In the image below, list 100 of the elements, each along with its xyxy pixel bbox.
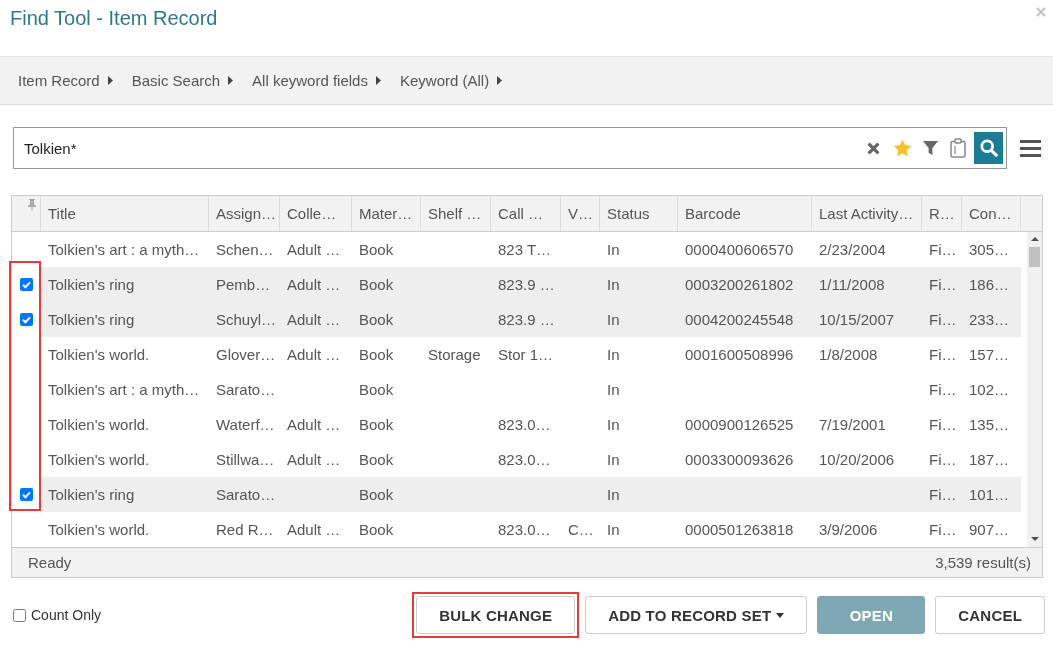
table-cell-text: Adult … (286, 520, 342, 540)
table-cell-text: Adult … (286, 275, 342, 295)
table-cell-text: In (606, 380, 621, 400)
table-cell-text: Stillwa… (215, 450, 276, 470)
table-cell-text: Tolkien's world. (47, 450, 151, 470)
table-cell-text: Storage (427, 345, 482, 365)
breadcrumb-item[interactable]: Basic Search (131, 72, 234, 89)
table-cell-text: 102… (968, 380, 1011, 400)
action-button[interactable]: BULK CHANGE (416, 596, 576, 634)
table-row[interactable]: Tolkien's ring Schuyl… Adult … Book 823.9 … In 0004200245548 10/15/2007 Fi… 233… (41, 302, 1021, 337)
column-header[interactable]: Assign… (209, 196, 280, 231)
table-cell-text: Tolkien's world. (47, 345, 151, 365)
table-row[interactable]: Tolkien's ring Pemb… Adult … Book 823.9 … In 0003200261802 1/11/2008 Fi… 186… (41, 267, 1021, 302)
table-cell-text: Tolkien's world. (47, 415, 151, 435)
scrollbar[interactable] (1027, 232, 1042, 547)
search-field[interactable]: Tolkien* (13, 127, 1007, 169)
table-row[interactable]: Tolkien's world. Stillwa… Adult … Book 823.0… In 0003300093626 10/20/2006 Fi… 187… (41, 442, 1021, 477)
scroll-up-icon[interactable] (1030, 237, 1039, 241)
table-cell-text: 0000900126525 (684, 415, 795, 435)
table-row[interactable]: Tolkien's world. Waterf… Adult … Book 823.0… In 0000900126525 7/19/2001 Fi… 135… (41, 407, 1021, 442)
table-cell-text: 10/20/2006 (818, 450, 896, 470)
column-header[interactable]: V… (561, 196, 600, 231)
table-cell-text: Book (358, 275, 395, 295)
table-cell-text: Sarato… (215, 485, 277, 505)
checkbox[interactable] (20, 488, 33, 501)
caret-icon (497, 76, 503, 85)
table-row[interactable]: Tolkien's world. Glover… Adult … Book Storage Stor 1… In 0001600508996 1/8/2008 Fi… 157… (41, 337, 1021, 372)
column-header[interactable]: Shelf … (421, 196, 491, 231)
table-cell-text: Fi… (928, 520, 958, 540)
action-button[interactable]: CANCEL (935, 596, 1045, 634)
table-cell-text: Book (358, 380, 395, 400)
table-cell-text: 0003300093626 (684, 450, 795, 470)
table-cell-text: Adult … (286, 310, 342, 330)
table-row[interactable]: Tolkien's art : a myth… Sarato… Book In Fi… 102… (41, 372, 1021, 407)
caret-icon (228, 76, 234, 85)
table-cell-text: Red R… (215, 520, 275, 540)
table-cell-text: Schen… (215, 240, 275, 260)
filter-icon[interactable] (923, 140, 938, 156)
table-cell-text: Book (358, 415, 395, 435)
breadcrumb-item[interactable]: Keyword (All) (399, 72, 503, 89)
breadcrumb-item[interactable]: All keyword fields (252, 72, 381, 89)
column-header[interactable]: Title (41, 196, 209, 231)
table-cell-text: Adult … (286, 415, 342, 435)
table-cell-text: Fi… (928, 310, 958, 330)
column-header[interactable]: Colle… (280, 196, 352, 231)
table-cell-text: In (606, 345, 621, 365)
search-input[interactable]: Tolkien* (24, 138, 859, 158)
status-text: Ready (28, 554, 72, 571)
table-cell-text: Pemb… (215, 275, 272, 295)
clear-icon[interactable] (867, 141, 880, 155)
table-cell-text: Adult … (286, 240, 342, 260)
table-cell-text: Tolkien's world. (47, 520, 151, 540)
table-cell-text: Book (358, 345, 395, 365)
table-cell-text: 3/9/2006 (818, 520, 879, 540)
column-header[interactable]: Status (600, 196, 678, 231)
dropdown-button[interactable]: ADD TO RECORD SET (585, 596, 808, 634)
column-header[interactable]: R… (922, 196, 962, 231)
table-cell-text: Tolkien's ring (47, 310, 136, 330)
column-header[interactable]: Barcode (678, 196, 812, 231)
table-cell-text: Adult … (286, 450, 342, 470)
table-row[interactable]: Tolkien's ring Sarato… Book In Fi… 101… (41, 477, 1021, 512)
table-cell-text: Book (358, 520, 395, 540)
column-header[interactable]: Mater… (352, 196, 421, 231)
table-cell-text: 0003200261802 (684, 275, 795, 295)
table-cell-text: In (606, 415, 621, 435)
table-cell-text: In (606, 485, 621, 505)
table-cell-text: 823 T… (497, 240, 553, 260)
breadcrumb-item[interactable]: Item Record (18, 72, 113, 89)
table-cell-text: Tolkien's art : a myth… (47, 240, 201, 260)
table-cell-text: 823.0… (497, 520, 552, 540)
checkbox[interactable] (20, 278, 33, 291)
clipboard-icon[interactable] (950, 138, 966, 158)
table-cell-text: 823.0… (497, 450, 552, 470)
column-header[interactable]: Last Activity… (812, 196, 922, 231)
search-button[interactable] (974, 132, 1003, 164)
table-cell-text: 0001600508996 (684, 345, 795, 365)
checkbox[interactable] (13, 608, 26, 622)
table-row[interactable]: Tolkien's art : a myth… Schen… Adult … Book 823 T… In 0000400606570 2/23/2004 Fi… 305… (41, 232, 1021, 267)
column-header[interactable]: Call … (491, 196, 561, 231)
star-icon[interactable] (893, 139, 912, 157)
window-title: Find Tool - Item Record (10, 6, 218, 30)
menu-icon[interactable] (1020, 139, 1041, 157)
table-cell-text: Book (358, 485, 395, 505)
table-row[interactable]: Tolkien's world. Red R… Adult … Book 823.0… C… In 0000501263818 3/9/2006 Fi… 907… (41, 512, 1021, 547)
table-cell-text: Fi… (928, 240, 958, 260)
table-cell-text: Tolkien's ring (47, 275, 136, 295)
table-cell-text: Adult … (286, 345, 342, 365)
table-cell-text: 233… (968, 310, 1011, 330)
table-cell-text: In (606, 310, 621, 330)
scrollbar-thumb[interactable] (1029, 247, 1040, 267)
column-header[interactable]: Con… (962, 196, 1021, 231)
table-cell-text: Book (358, 450, 395, 470)
table-cell-text: 186… (968, 275, 1011, 295)
table-cell-text: In (606, 520, 621, 540)
table-cell-text: Book (358, 310, 395, 330)
table-cell-text: 0000400606570 (684, 240, 795, 260)
result-count: 3,539 result(s) (935, 554, 1031, 571)
table-cell-text: C… (567, 520, 595, 540)
checkbox[interactable] (20, 313, 33, 326)
scroll-down-icon[interactable] (1030, 537, 1039, 541)
